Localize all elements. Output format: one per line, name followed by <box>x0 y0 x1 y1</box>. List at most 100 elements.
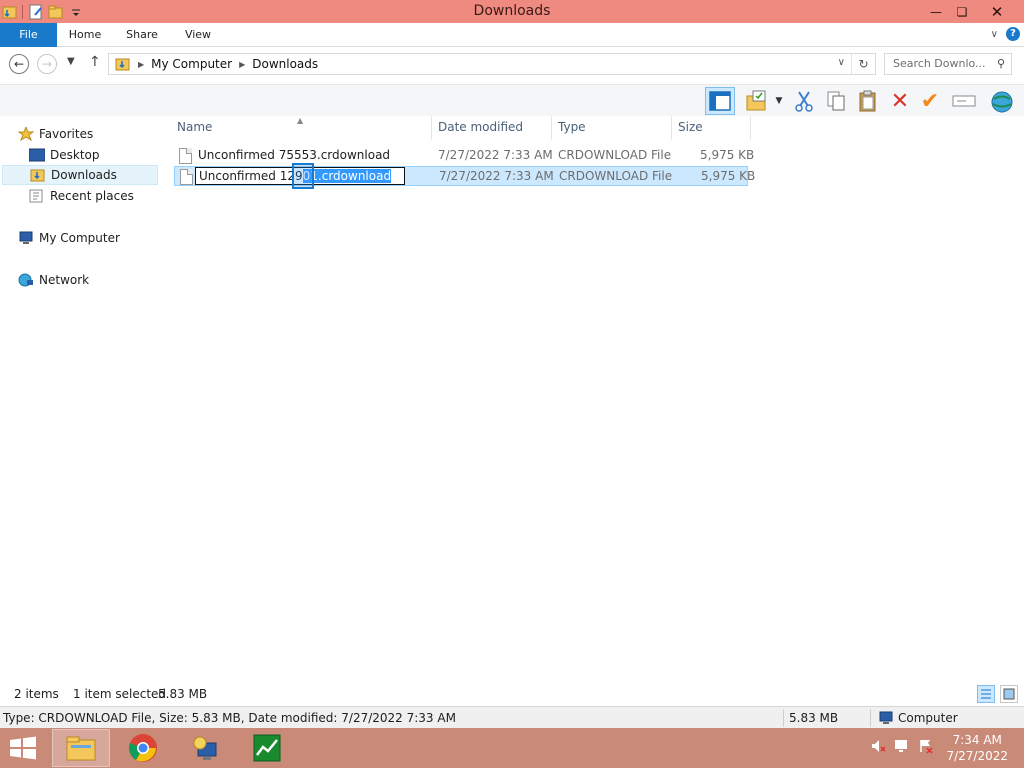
sort-ascending-icon: ▲ <box>297 116 304 125</box>
taskbar-file-explorer[interactable] <box>52 729 110 767</box>
breadcrumb-separator-icon: ▶ <box>138 59 145 69</box>
nav-recent-places-label: Recent places <box>50 189 134 203</box>
nav-network-label: Network <box>39 273 90 287</box>
tab-share[interactable]: Share <box>116 23 168 47</box>
recent-locations-icon[interactable]: ▼ <box>67 56 75 67</box>
file-size: 5,975 KB <box>700 148 755 162</box>
file-row[interactable]: Unconfirmed 75553.crdownload 7/27/2022 7… <box>174 146 754 166</box>
computer-icon <box>879 711 893 724</box>
rename-icon[interactable] <box>952 89 976 113</box>
taskbar-remote-desktop[interactable] <box>176 729 234 767</box>
file-name: Unconfirmed 75553.crdownload <box>198 148 391 162</box>
close-button[interactable]: ✕ <box>974 0 1020 23</box>
tab-file[interactable]: File <box>0 23 57 47</box>
breadcrumb-downloads[interactable]: Downloads <box>252 57 318 71</box>
toolbar: ▼ ✕ ✔ <box>0 84 1024 116</box>
back-arrow-icon: ← <box>13 57 25 71</box>
text-cursor-highlight <box>292 163 314 189</box>
volume-muted-icon[interactable] <box>870 738 886 754</box>
network-status-icon[interactable] <box>894 738 910 754</box>
status-divider <box>870 709 871 727</box>
taskbar-task-manager[interactable] <box>238 729 296 767</box>
breadcrumb-my-computer[interactable]: My Computer <box>151 57 232 71</box>
nav-desktop-label: Desktop <box>50 148 100 162</box>
search-placeholder: Search Downlo... <box>893 57 986 70</box>
rename-text-selected: .crdownload <box>317 169 392 183</box>
status-size: 5.83 MB <box>789 711 839 725</box>
nav-my-computer[interactable]: My Computer <box>18 228 174 248</box>
window-title: Downloads <box>473 3 551 19</box>
status-bar: Type: CRDOWNLOAD File, Size: 5.83 MB, Da… <box>0 706 1024 728</box>
up-arrow-icon[interactable]: ↑ <box>89 54 101 70</box>
column-header-size[interactable]: Size <box>678 116 703 138</box>
minimize-button[interactable]: — <box>922 0 950 23</box>
nav-downloads-label: Downloads <box>51 168 117 182</box>
search-box[interactable]: Search Downlo... ⚲ <box>884 53 1012 75</box>
forward-arrow-icon: → <box>41 57 53 71</box>
start-button[interactable] <box>6 734 40 762</box>
restore-icon: ❏ <box>956 4 968 19</box>
preview-pane-icon[interactable] <box>705 87 735 115</box>
clock-date: 7/27/2022 <box>946 749 1008 763</box>
globe-icon[interactable] <box>990 89 1014 113</box>
close-icon: ✕ <box>990 2 1004 21</box>
file-size: 5,975 KB <box>701 169 756 183</box>
checkmark-icon[interactable]: ✔ <box>918 89 942 114</box>
expand-ribbon-icon[interactable]: ∨ <box>991 29 998 40</box>
refresh-icon[interactable]: ↻ <box>851 54 875 74</box>
delete-icon[interactable]: ✕ <box>888 89 912 114</box>
restore-button[interactable]: ❏ <box>948 0 976 23</box>
windows-logo-icon <box>10 736 36 760</box>
file-explorer-icon <box>66 736 96 761</box>
ribbon-controls: ∨ ? <box>991 27 1020 41</box>
selection-size: 5.83 MB <box>158 687 208 701</box>
status-location: Computer <box>878 711 958 725</box>
column-header-name[interactable]: Name <box>177 116 212 138</box>
network-icon <box>18 273 34 287</box>
help-icon[interactable]: ? <box>1006 27 1020 41</box>
cut-icon[interactable] <box>792 89 816 113</box>
system-tray <box>870 738 934 754</box>
desktop-icon <box>28 148 46 162</box>
column-divider[interactable] <box>551 116 552 140</box>
folder-options-dropdown-icon[interactable]: ▼ <box>772 89 786 113</box>
star-icon <box>17 125 35 142</box>
file-row-selected[interactable]: Unconfirmed 12901.crdownload 7/27/2022 7… <box>174 163 755 189</box>
search-icon[interactable]: ⚲ <box>997 57 1005 70</box>
tab-home[interactable]: Home <box>58 23 112 47</box>
column-divider[interactable] <box>671 116 672 140</box>
details-bar: 2 items 1 item selected 5.83 MB <box>0 682 1024 706</box>
nav-network[interactable]: Network <box>18 270 174 290</box>
task-manager-icon <box>253 734 281 762</box>
column-header-date[interactable]: Date modified <box>438 116 523 138</box>
address-bar[interactable]: ▶ My Computer ▶ Downloads ∨ ↻ <box>108 53 876 75</box>
action-center-icon[interactable] <box>918 738 934 754</box>
large-icons-view-icon[interactable] <box>1000 685 1018 703</box>
nav-downloads[interactable]: Downloads <box>2 165 158 185</box>
item-count: 2 items <box>14 687 59 701</box>
copy-icon[interactable] <box>824 89 848 113</box>
system-clock[interactable]: 7:34 AM 7/27/2022 <box>946 732 1008 764</box>
breadcrumb: ▶ My Computer ▶ Downloads <box>115 57 318 71</box>
nav-favorites[interactable]: Favorites <box>17 124 174 144</box>
column-header-type[interactable]: Type <box>558 116 586 138</box>
status-info: Type: CRDOWNLOAD File, Size: 5.83 MB, Da… <box>3 711 456 725</box>
nav-favorites-label: Favorites <box>39 127 94 141</box>
nav-my-computer-label: My Computer <box>39 231 120 245</box>
rename-text-prefix: Unconfirmed 129 <box>199 169 303 183</box>
navigation-pane: Favorites Desktop Downloads Recent place… <box>0 116 158 682</box>
file-list: ▲ Name Date modified Type Size Unconfirm… <box>160 116 1024 682</box>
column-divider[interactable] <box>750 116 751 140</box>
downloads-folder-icon <box>115 58 130 71</box>
forward-button[interactable]: → <box>37 54 57 74</box>
back-button[interactable]: ← <box>9 54 29 74</box>
tab-view[interactable]: View <box>172 23 224 47</box>
paste-icon[interactable] <box>856 89 880 113</box>
details-view-icon[interactable] <box>977 685 995 703</box>
address-row: ← → ▼ ↑ ▶ My Computer ▶ Downloads ∨ ↻ Se… <box>0 48 1024 82</box>
select-folder-icon[interactable] <box>745 89 769 113</box>
address-dropdown-icon[interactable]: ∨ <box>838 57 845 68</box>
column-divider[interactable] <box>431 116 432 140</box>
taskbar-chrome[interactable] <box>114 729 172 767</box>
recent-places-icon <box>29 189 45 203</box>
